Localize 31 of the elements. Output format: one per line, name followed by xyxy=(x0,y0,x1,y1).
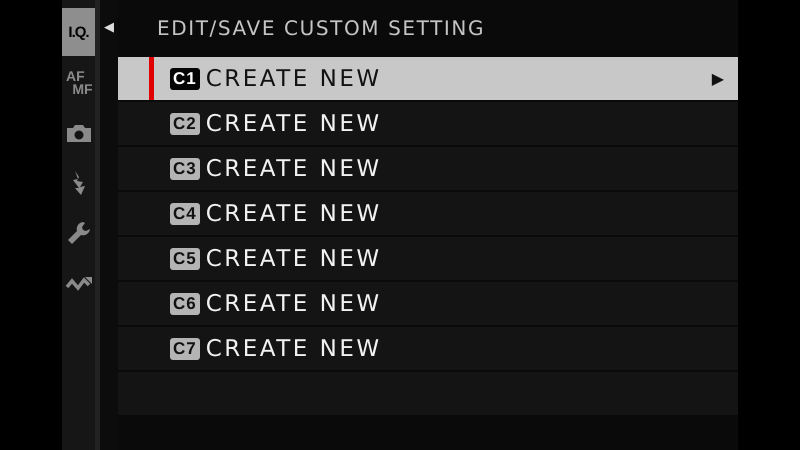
menu-item-label: CREATE NEW xyxy=(206,246,383,272)
selection-marker xyxy=(149,57,154,100)
menu-item-label: CREATE NEW xyxy=(206,200,383,226)
menu-item-label: CREATE NEW xyxy=(206,156,383,182)
menu-tab[interactable]: I.Q. xyxy=(62,8,95,56)
custom-slot-label: C1 xyxy=(170,68,200,90)
menu-tab[interactable]: AF MF xyxy=(62,58,95,108)
menu-item[interactable]: C7 CREATE NEW xyxy=(118,327,738,370)
custom-slot-label: C7 xyxy=(170,338,200,360)
menu-title: EDIT/SAVE CUSTOM SETTING xyxy=(156,15,486,42)
menu-item-label: CREATE NEW xyxy=(206,290,383,316)
camera-icon xyxy=(66,123,92,143)
menu-item[interactable]: C5 CREATE NEW xyxy=(118,237,738,280)
submenu-arrow: ▶ xyxy=(712,69,724,88)
menu-item[interactable]: C6 CREATE NEW xyxy=(118,282,738,325)
wrench-icon xyxy=(66,221,90,245)
menu-item-label: CREATE NEW xyxy=(206,336,383,362)
menu-item[interactable]: C2 CREATE NEW xyxy=(118,102,738,145)
menu-item[interactable]: C4 CREATE NEW xyxy=(118,192,738,235)
custom-slot-label: C3 xyxy=(170,158,200,180)
lightning-icon xyxy=(70,170,86,196)
menu-item[interactable]: C3 CREATE NEW xyxy=(118,147,738,190)
menu-item[interactable]: C1 CREATE NEW ▶ xyxy=(118,57,738,100)
menu-item-label: CREATE NEW xyxy=(206,66,383,92)
wave-icon xyxy=(64,275,92,291)
back-arrow[interactable]: ◀ xyxy=(104,20,114,36)
custom-slot-label: C2 xyxy=(170,112,200,134)
custom-slot-label: C4 xyxy=(170,202,200,224)
custom-slot-label: C6 xyxy=(170,292,200,314)
custom-slot-label: C5 xyxy=(170,248,200,270)
menu-item-label: CREATE NEW xyxy=(206,110,383,136)
